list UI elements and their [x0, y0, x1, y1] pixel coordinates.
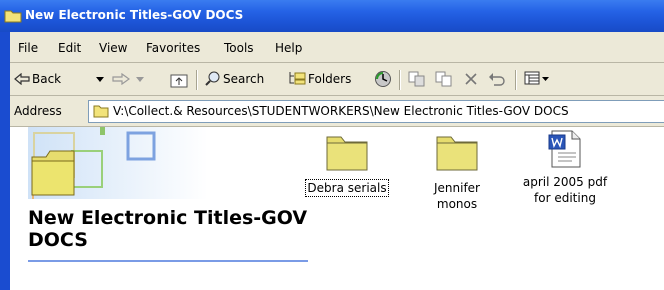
move-to-icon[interactable]	[408, 71, 426, 87]
title-bar[interactable]: New Electronic Titles-GOV DOCS	[0, 0, 664, 32]
back-button[interactable]: Back	[12, 67, 108, 91]
search-label: Search	[223, 72, 265, 86]
forward-button[interactable]	[110, 67, 148, 91]
up-folder-icon[interactable]	[170, 72, 188, 88]
history-icon[interactable]	[374, 70, 392, 88]
toolbar-separator	[196, 70, 198, 90]
file-name: Debra serials	[305, 179, 389, 197]
web-view-panel: New Electronic Titles-GOV DOCS	[10, 127, 310, 290]
views-icon	[524, 71, 540, 85]
menu-bar: File Edit View Favorites Tools Help	[10, 32, 664, 63]
file-item-debra-serials[interactable]: Debra serials	[304, 127, 390, 197]
window-title: New Electronic Titles-GOV DOCS	[25, 8, 244, 22]
delete-icon[interactable]	[464, 72, 478, 86]
address-path: V:\Collect.& Resources\STUDENTWORKERS\Ne…	[113, 104, 569, 118]
window-client: File Edit View Favorites Tools Help Back	[10, 32, 664, 290]
chevron-down-icon	[542, 77, 549, 81]
word-document-icon	[548, 130, 581, 168]
folder-icon	[326, 136, 368, 171]
file-name: Jennifer monos	[433, 181, 480, 211]
menu-file[interactable]: File	[18, 41, 38, 55]
file-item-jennifer-monos[interactable]: Jennifer monos	[422, 127, 492, 212]
toolbar: Back Search Folders	[10, 63, 664, 96]
folders-label: Folders	[308, 72, 352, 86]
undo-icon[interactable]	[488, 72, 506, 86]
folder-icon	[93, 105, 109, 118]
menu-help[interactable]: Help	[275, 41, 302, 55]
address-field[interactable]: V:\Collect.& Resources\STUDENTWORKERS\Ne…	[88, 100, 664, 123]
address-label: Address	[14, 104, 62, 118]
chevron-down-icon	[136, 77, 144, 82]
menu-view[interactable]: View	[99, 41, 127, 55]
copy-to-icon[interactable]	[435, 71, 453, 87]
menu-favorites[interactable]: Favorites	[146, 41, 200, 55]
explorer-window: New Electronic Titles-GOV DOCS File Edit…	[0, 0, 664, 290]
toolbar-separator	[515, 70, 517, 90]
menu-tools[interactable]: Tools	[224, 41, 254, 55]
file-item-april-2005-pdf[interactable]: april 2005 pdf for editing	[516, 127, 614, 206]
back-label: Back	[32, 72, 62, 86]
title-underline	[28, 260, 308, 262]
address-bar: Address V:\Collect.& Resources\STUDENTWO…	[10, 96, 664, 127]
chevron-down-icon	[96, 77, 104, 82]
menu-edit[interactable]: Edit	[58, 41, 81, 55]
folder-view: New Electronic Titles-GOV DOCS Debra ser…	[10, 127, 664, 290]
folder-icon	[436, 136, 478, 171]
forward-arrow-icon	[112, 73, 130, 85]
back-arrow-icon	[14, 73, 30, 85]
search-button[interactable]: Search	[203, 67, 279, 91]
file-name: april 2005 pdf for editing	[522, 175, 608, 205]
folders-button[interactable]: Folders	[286, 67, 364, 91]
folder-title: New Electronic Titles-GOV DOCS	[28, 207, 308, 251]
folder-banner-graphic	[28, 127, 208, 199]
toolbar-separator	[399, 70, 401, 90]
views-button[interactable]	[522, 67, 556, 91]
folders-tree-icon	[289, 72, 306, 85]
search-icon	[205, 71, 220, 86]
folder-icon	[4, 10, 22, 23]
